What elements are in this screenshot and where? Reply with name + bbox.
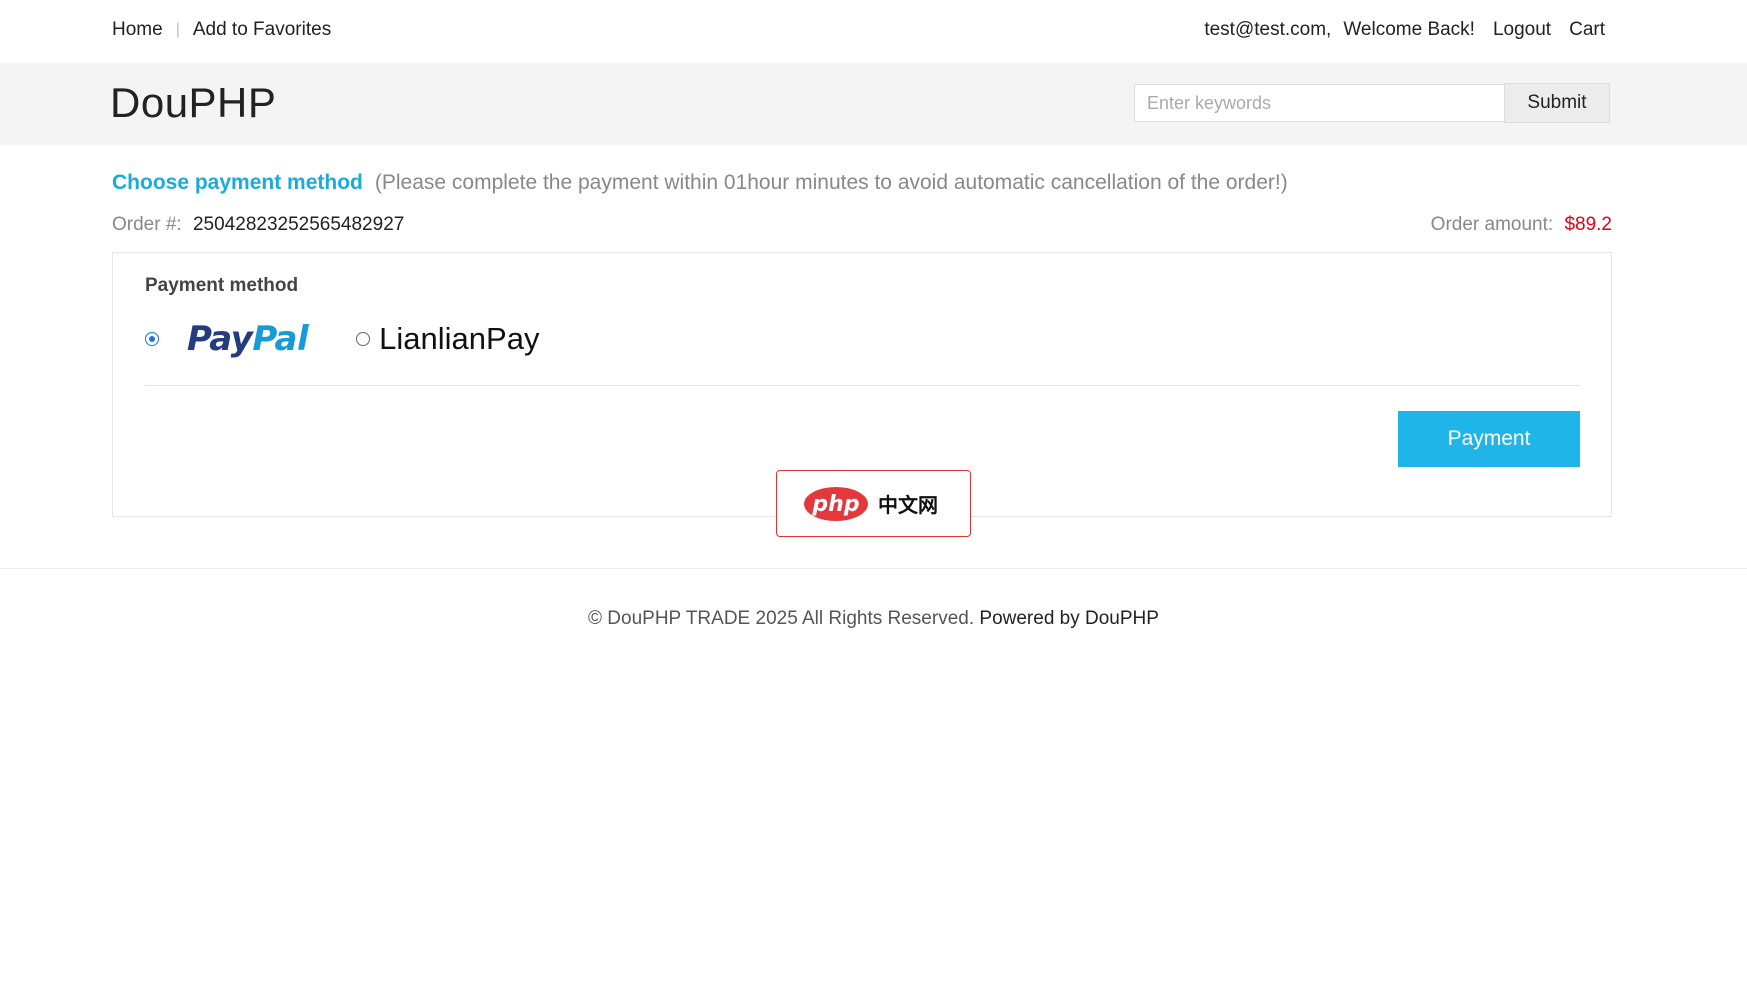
watermark-text: 中文网	[878, 493, 938, 517]
order-amount: Order amount: $89.2	[1431, 214, 1612, 236]
lianlianpay-option: LianlianPay	[356, 321, 539, 357]
search-submit-button[interactable]: Submit	[1504, 83, 1610, 123]
payment-deadline-note: (Please complete the payment within 01ho…	[374, 171, 1288, 194]
payment-button[interactable]: Payment	[1398, 411, 1580, 467]
paypal-logo-pay: Pay	[187, 319, 253, 359]
footer-divider	[0, 568, 1747, 569]
paypal-logo-pal: Pal	[252, 319, 309, 359]
footer: © DouPHP TRADE 2025 All Rights Reserved.…	[0, 608, 1747, 630]
top-nav-left: Home | Add to Favorites	[112, 19, 331, 41]
site-logo[interactable]: DouPHP	[110, 79, 276, 127]
paypal-logo[interactable]: PayPal	[187, 319, 309, 359]
home-link[interactable]: Home	[112, 19, 163, 41]
top-nav-right: test@test.com, Welcome Back! Logout Cart	[1204, 19, 1605, 41]
lianlianpay-radio[interactable]	[356, 332, 371, 346]
welcome-text: Welcome Back!	[1343, 19, 1475, 40]
cart-link[interactable]: Cart	[1569, 19, 1605, 41]
order-number: 25042823252565482927	[192, 214, 405, 235]
powered-by-link[interactable]: Powered by DouPHP	[979, 608, 1159, 629]
watermark-badge: php 中文网	[776, 470, 971, 537]
page-title: Choose payment method	[112, 171, 363, 194]
user-email: test@test.com,	[1204, 19, 1332, 40]
payment-method-title: Payment method	[145, 275, 299, 296]
order-info-row: Order #: 25042823252565482927 Order amou…	[112, 214, 1612, 236]
order-amount-value: $89.2	[1564, 214, 1612, 235]
divider	[145, 385, 1580, 386]
payment-title-row: Choose payment method (Please complete t…	[112, 171, 1288, 195]
payment-options: PayPal LianlianPay	[145, 319, 539, 359]
header: DouPHP Submit	[0, 63, 1747, 145]
lianlianpay-label[interactable]: LianlianPay	[379, 321, 539, 357]
nav-separator: |	[175, 21, 180, 38]
paypal-radio[interactable]	[145, 332, 159, 346]
order-amount-label: Order amount:	[1430, 214, 1554, 235]
search-input[interactable]	[1134, 84, 1504, 122]
top-bar: Home | Add to Favorites test@test.com, W…	[0, 0, 1747, 63]
page: Home | Add to Favorites test@test.com, W…	[0, 0, 1747, 1008]
order-number-label: Order #:	[112, 214, 182, 235]
watermark-logo-text: php	[811, 492, 859, 517]
php-logo-icon: php 中文网	[803, 486, 938, 521]
copyright-text: © DouPHP TRADE 2025 All Rights Reserved.	[588, 608, 975, 629]
logout-link[interactable]: Logout	[1493, 19, 1551, 41]
add-to-favorites-link[interactable]: Add to Favorites	[193, 19, 331, 41]
search-form: Submit	[1134, 83, 1610, 124]
